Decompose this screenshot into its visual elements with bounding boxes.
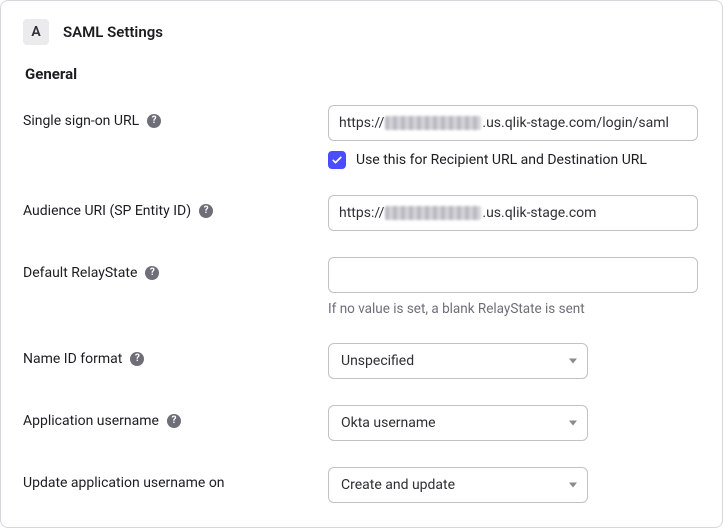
control-nameid-format: Unspecified <box>328 343 700 379</box>
control-update-username-on: Create and update <box>328 467 700 503</box>
help-icon[interactable]: ? <box>147 114 161 128</box>
row-sso-url: Single sign-on URL ? https:// .us.qlik-s… <box>23 105 700 169</box>
sso-url-input[interactable]: https:// .us.qlik-stage.com/login/saml <box>328 105 698 141</box>
label-text: Single sign-on URL <box>23 113 139 129</box>
chevron-down-icon <box>569 359 577 364</box>
check-icon <box>331 154 343 166</box>
section-letter-badge: A <box>23 19 49 45</box>
saml-settings-panel: A SAML Settings General Single sign-on U… <box>0 0 723 528</box>
label-app-username: Application username ? <box>23 405 328 429</box>
redacted-host <box>385 116 481 130</box>
select-value: Okta username <box>341 415 436 431</box>
app-username-select[interactable]: Okta username <box>328 405 588 441</box>
sso-url-checkbox-row: Use this for Recipient URL and Destinati… <box>328 151 700 169</box>
help-icon[interactable]: ? <box>145 266 159 280</box>
section-letter: A <box>31 24 40 40</box>
row-app-username: Application username ? Okta username <box>23 405 700 441</box>
select-value: Unspecified <box>341 353 414 369</box>
row-nameid-format: Name ID format ? Unspecified <box>23 343 700 379</box>
label-text: Default RelayState <box>23 265 137 281</box>
label-nameid-format: Name ID format ? <box>23 343 328 367</box>
label-text: Name ID format <box>23 351 122 367</box>
label-sso-url: Single sign-on URL ? <box>23 105 328 129</box>
row-update-username-on: Update application username on Create an… <box>23 467 700 503</box>
redacted-host <box>385 206 481 220</box>
label-text: Application username <box>23 413 159 429</box>
chevron-down-icon <box>569 421 577 426</box>
label-audience-uri: Audience URI (SP Entity ID) ? <box>23 195 328 219</box>
help-icon[interactable]: ? <box>199 204 213 218</box>
recipient-url-checkbox[interactable] <box>328 151 346 169</box>
sso-url-prefix: https:// <box>339 115 384 131</box>
recipient-url-checkbox-label: Use this for Recipient URL and Destinati… <box>356 152 647 168</box>
label-default-relaystate: Default RelayState ? <box>23 257 328 281</box>
panel-title: SAML Settings <box>63 23 163 41</box>
control-audience-uri: https:// .us.qlik-stage.com <box>328 195 700 231</box>
row-default-relaystate: Default RelayState ? If no value is set,… <box>23 257 700 317</box>
chevron-down-icon <box>569 483 577 488</box>
help-icon[interactable]: ? <box>167 414 181 428</box>
audience-uri-suffix: .us.qlik-stage.com <box>482 205 596 221</box>
audience-uri-input[interactable]: https:// .us.qlik-stage.com <box>328 195 698 231</box>
default-relaystate-input[interactable] <box>328 257 698 293</box>
audience-uri-prefix: https:// <box>339 205 384 221</box>
control-app-username: Okta username <box>328 405 700 441</box>
help-icon[interactable]: ? <box>130 352 144 366</box>
update-username-on-select[interactable]: Create and update <box>328 467 588 503</box>
section-general-title: General <box>25 65 700 83</box>
row-audience-uri: Audience URI (SP Entity ID) ? https:// .… <box>23 195 700 231</box>
panel-header: A SAML Settings <box>23 19 700 45</box>
control-default-relaystate: If no value is set, a blank RelayState i… <box>328 257 700 317</box>
label-text: Audience URI (SP Entity ID) <box>23 203 191 219</box>
nameid-format-select[interactable]: Unspecified <box>328 343 588 379</box>
select-value: Create and update <box>341 477 455 493</box>
control-sso-url: https:// .us.qlik-stage.com/login/saml U… <box>328 105 700 169</box>
label-text: Update application username on <box>23 475 225 491</box>
default-relaystate-hint: If no value is set, a blank RelayState i… <box>328 301 700 317</box>
sso-url-suffix: .us.qlik-stage.com/login/saml <box>482 115 669 131</box>
label-update-username-on: Update application username on <box>23 467 328 491</box>
